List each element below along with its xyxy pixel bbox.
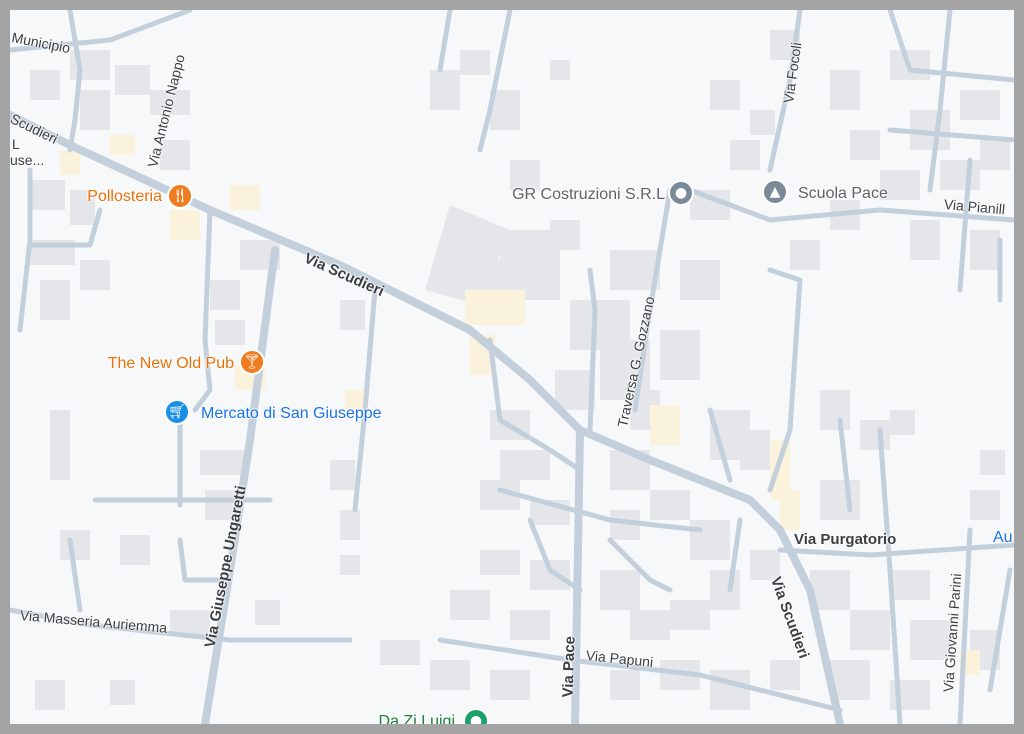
road-label-partial-l: L [12, 136, 20, 152]
poi-label-partial-au: Au [993, 529, 1013, 546]
poi-label-gr-costruzioni: GR Costruzioni S.R.L [512, 186, 665, 203]
graduation-cap-icon[interactable]: ▲ [762, 179, 788, 205]
road-label-via-pace: Via Pace [559, 635, 579, 698]
fork-knife-icon[interactable]: 🍴︎ [167, 183, 193, 209]
poi-label-mercato-di-san-giuseppe: Mercato di San Giuseppe [201, 405, 382, 422]
shopping-cart-icon[interactable]: 🛒︎ [164, 399, 190, 425]
poi-label-scuola-pace: Scuola Pace [798, 185, 888, 202]
cocktail-icon[interactable]: 🍸︎ [239, 349, 265, 375]
poi-label-da-zi-luigi: Da Zi Luigi [378, 713, 455, 725]
location-pin-icon[interactable]: ● [668, 180, 694, 206]
road-label-partial-use: use... [10, 152, 45, 168]
road-label-via-purgatorio: Via Purgatorio [794, 531, 897, 548]
poi-label-pollosteria: Pollosteria [87, 188, 162, 205]
map-canvas[interactable]: Municipio Via Antonio Nappo Via Scudieri… [10, 10, 1014, 724]
poi-label-the-new-old-pub: The New Old Pub [107, 355, 234, 372]
